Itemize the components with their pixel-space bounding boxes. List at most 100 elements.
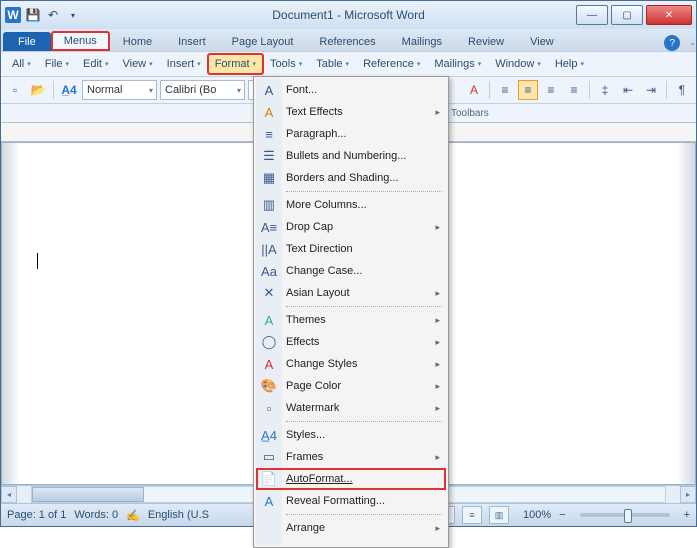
tab-insert[interactable]: Insert bbox=[165, 32, 219, 51]
bullets-icon: ☰ bbox=[256, 148, 282, 164]
menu-item-reveal-formatting[interactable]: AReveal Formatting... bbox=[256, 490, 446, 512]
tab-review[interactable]: Review bbox=[455, 32, 517, 51]
asian-layout-icon: ✕ bbox=[256, 285, 282, 301]
autoformat-icon: 📄 bbox=[256, 471, 282, 487]
status-proofing-icon[interactable]: ✍ bbox=[126, 509, 140, 522]
watermark-icon: ▫ bbox=[256, 401, 282, 416]
menu-item-autoformat[interactable]: 📄AutoFormat... bbox=[256, 468, 446, 490]
maximize-button[interactable]: ▢ bbox=[611, 5, 643, 25]
pilcrow-icon[interactable]: ¶ bbox=[672, 80, 692, 100]
borders-icon: ▦ bbox=[256, 170, 282, 186]
menu-format[interactable]: Format▾ bbox=[208, 54, 263, 74]
menu-item-frames[interactable]: ▭Frames bbox=[256, 446, 446, 468]
indent-inc-icon[interactable]: ⇥ bbox=[641, 80, 661, 100]
menu-item-font[interactable]: AFont... bbox=[256, 79, 446, 101]
scroll-right-icon[interactable]: ▸ bbox=[680, 486, 696, 503]
menu-tools[interactable]: Tools▾ bbox=[263, 54, 309, 74]
menu-mailings[interactable]: Mailings▾ bbox=[427, 54, 488, 74]
open-icon[interactable]: 📂 bbox=[28, 80, 48, 100]
tab-home[interactable]: Home bbox=[110, 32, 165, 51]
zoom-slider[interactable] bbox=[580, 513, 670, 517]
new-doc-icon[interactable]: ▫ bbox=[5, 80, 25, 100]
indent-dec-icon[interactable]: ⇤ bbox=[618, 80, 638, 100]
format-dropdown: AFont... AText Effects ≡Paragraph... ☰Bu… bbox=[253, 76, 449, 548]
change-case-icon: Aa bbox=[256, 264, 282, 279]
font-color-icon[interactable]: A bbox=[464, 80, 484, 100]
reveal-formatting-icon: A bbox=[256, 494, 282, 509]
ribbon-tabs: File Menus Home Insert Page Layout Refer… bbox=[1, 29, 696, 51]
text-effects-icon: A bbox=[256, 105, 282, 120]
align-center-icon[interactable]: ≡ bbox=[518, 80, 538, 100]
save-icon[interactable]: 💾 bbox=[25, 7, 41, 23]
frames-icon: ▭ bbox=[256, 449, 282, 465]
qat-more-icon[interactable]: ▾ bbox=[65, 7, 81, 23]
menu-edit[interactable]: Edit▾ bbox=[76, 54, 115, 74]
effects-icon: ◯ bbox=[256, 334, 282, 350]
menu-item-change-styles[interactable]: AChange Styles bbox=[256, 353, 446, 375]
minimize-button[interactable]: — bbox=[576, 5, 608, 25]
menu-help[interactable]: Help▾ bbox=[548, 54, 591, 74]
toolbars-group-label: Toolbars bbox=[445, 108, 495, 119]
tab-mailings[interactable]: Mailings bbox=[389, 32, 455, 51]
change-styles-icon: A bbox=[256, 357, 282, 372]
menu-item-arrange[interactable]: Arrange bbox=[256, 517, 446, 539]
undo-icon[interactable]: ↶ bbox=[45, 7, 61, 23]
view-draft-icon[interactable]: ▥ bbox=[489, 506, 509, 524]
menu-item-columns[interactable]: ▥More Columns... bbox=[256, 194, 446, 216]
text-cursor bbox=[37, 253, 38, 269]
view-outline-icon[interactable]: ≡ bbox=[462, 506, 482, 524]
status-words[interactable]: Words: 0 bbox=[74, 509, 118, 521]
menu-item-asian-layout[interactable]: ✕Asian Layout bbox=[256, 282, 446, 304]
text-direction-icon: ||A bbox=[256, 242, 282, 257]
align-left-icon[interactable]: ≡ bbox=[495, 80, 515, 100]
menu-view[interactable]: View▾ bbox=[115, 54, 159, 74]
menu-all[interactable]: All▾ bbox=[5, 54, 38, 74]
clear-format-icon[interactable]: A̲4 bbox=[59, 80, 79, 100]
menu-item-change-case[interactable]: AaChange Case... bbox=[256, 260, 446, 282]
tab-page-layout[interactable]: Page Layout bbox=[219, 32, 307, 51]
menu-item-text-direction[interactable]: ||AText Direction bbox=[256, 238, 446, 260]
menu-item-page-color[interactable]: 🎨Page Color bbox=[256, 375, 446, 397]
dropcap-icon: A≡ bbox=[256, 220, 282, 235]
menu-window[interactable]: Window▾ bbox=[488, 54, 548, 74]
close-button[interactable]: ✕ bbox=[646, 5, 692, 25]
menu-item-borders[interactable]: ▦Borders and Shading... bbox=[256, 167, 446, 189]
menu-item-effects[interactable]: ◯Effects bbox=[256, 331, 446, 353]
status-page[interactable]: Page: 1 of 1 bbox=[7, 509, 66, 521]
align-right-icon[interactable]: ≡ bbox=[541, 80, 561, 100]
style-combo[interactable]: Normal bbox=[82, 80, 157, 100]
menu-file[interactable]: File▾ bbox=[38, 54, 76, 74]
menu-table[interactable]: Table▾ bbox=[309, 54, 356, 74]
menu-bar: All▾ File▾ Edit▾ View▾ Insert▾ Format▾ T… bbox=[1, 51, 696, 77]
zoom-out-button[interactable]: − bbox=[559, 509, 565, 521]
page-color-icon: 🎨 bbox=[256, 378, 282, 394]
zoom-level[interactable]: 100% bbox=[523, 509, 551, 521]
app-window: W 💾 ↶ ▾ Document1 - Microsoft Word — ▢ ✕… bbox=[0, 0, 697, 527]
font-combo[interactable]: Calibri (Bo bbox=[160, 80, 245, 100]
styles-icon: A̲4 bbox=[256, 428, 282, 443]
columns-icon: ▥ bbox=[256, 197, 282, 213]
menu-item-bullets[interactable]: ☰Bullets and Numbering... bbox=[256, 145, 446, 167]
line-spacing-icon[interactable]: ‡ bbox=[595, 80, 615, 100]
help-icon[interactable]: ? bbox=[664, 35, 680, 51]
tab-view[interactable]: View bbox=[517, 32, 567, 51]
menu-item-watermark[interactable]: ▫Watermark bbox=[256, 397, 446, 419]
app-icon: W bbox=[5, 7, 21, 23]
menu-item-text-effects[interactable]: AText Effects bbox=[256, 101, 446, 123]
font-icon: A bbox=[256, 83, 282, 98]
menu-item-paragraph[interactable]: ≡Paragraph... bbox=[256, 123, 446, 145]
justify-icon[interactable]: ≡ bbox=[564, 80, 584, 100]
menu-reference[interactable]: Reference▾ bbox=[356, 54, 427, 74]
status-language[interactable]: English (U.S bbox=[148, 509, 209, 521]
zoom-in-button[interactable]: + bbox=[684, 509, 690, 521]
scroll-left-icon[interactable]: ◂ bbox=[1, 486, 17, 503]
menu-item-styles[interactable]: A̲4Styles... bbox=[256, 424, 446, 446]
tab-menus[interactable]: Menus bbox=[51, 31, 110, 51]
ribbon-collapse-icon[interactable]: ⌃ bbox=[689, 42, 696, 51]
tab-file[interactable]: File bbox=[3, 32, 51, 51]
menu-item-themes[interactable]: AThemes bbox=[256, 309, 446, 331]
menu-insert[interactable]: Insert▾ bbox=[160, 54, 208, 74]
tab-references[interactable]: References bbox=[306, 32, 388, 51]
menu-item-dropcap[interactable]: A≡Drop Cap bbox=[256, 216, 446, 238]
scroll-thumb[interactable] bbox=[32, 487, 144, 502]
